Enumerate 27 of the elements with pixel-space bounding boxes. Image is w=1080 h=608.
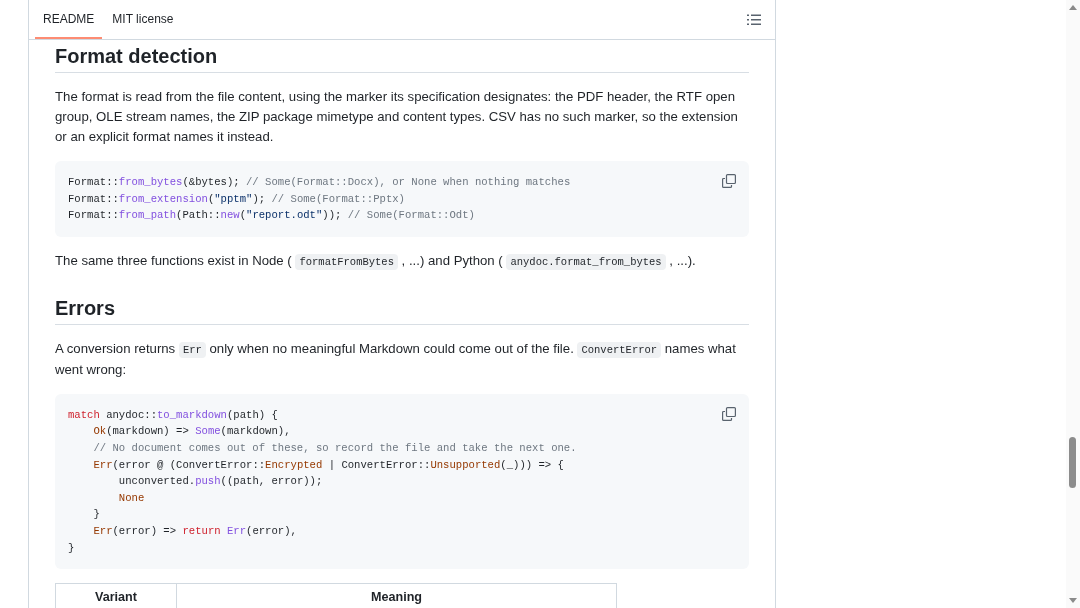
paragraph: The same three functions exist in Node ( formatFromBytes , ...) and Python ( anydoc.format_from_bytes , ...). — [55, 251, 697, 272]
code-line: None — [117, 490, 146, 506]
paragraph: The format is read from the file content, using the marker its specification designates: the PDF header, the RTF open group, OLE stream names, the ZIP package mimetype and content types. CSV has no such marker, so the extension or an explicit format names it instead. — [55, 88, 739, 146]
scroll-up-icon[interactable] — [1069, 5, 1077, 10]
code-line: Err(error) => return Err(error), — [92, 523, 298, 539]
code-line: Format::from_extension("pptm"); // Some(Format::Pptx) — [68, 191, 406, 207]
code-line: Ok(markdown) => Some(markdown), — [92, 424, 292, 440]
code-line: unconverted.push((path, error)); — [117, 474, 324, 490]
scroll-down-icon[interactable] — [1069, 598, 1077, 603]
code-line: // No document comes out of these, so record the file and take the next one. — [92, 440, 577, 456]
section-heading: Format detection — [55, 40, 749, 73]
copy-icon[interactable] — [722, 174, 736, 188]
code-line: } — [68, 540, 76, 556]
column-header: Meaning — [176, 583, 617, 608]
section-heading: Errors — [55, 291, 749, 325]
tab[interactable]: MIT license — [104, 0, 182, 39]
column-header: Variant — [55, 583, 177, 608]
copy-icon[interactable] — [722, 406, 736, 421]
code-line: match anydoc::to_markdown(path) { — [68, 407, 279, 423]
paragraph: A conversion returns Err only when no meaningful Markdown could come out of the file. ConvertError names what went wrong: — [55, 339, 737, 379]
scrollbar-thumb[interactable] — [1069, 437, 1076, 488]
outline-icon[interactable] — [747, 13, 761, 26]
code-line: Err(error @ (ConvertError::Encrypted | ConvertError::Unsupported(_))) => { — [92, 457, 565, 473]
code-line: Format::from_path(Path::new("report.odt")); // Some(Format::Odt) — [68, 208, 476, 224]
code-line: } — [92, 507, 101, 523]
tab[interactable]: README — [35, 0, 103, 39]
code-line: Format::from_bytes(&bytes); // Some(Format::Docx), or None when nothing matches — [68, 175, 571, 190]
